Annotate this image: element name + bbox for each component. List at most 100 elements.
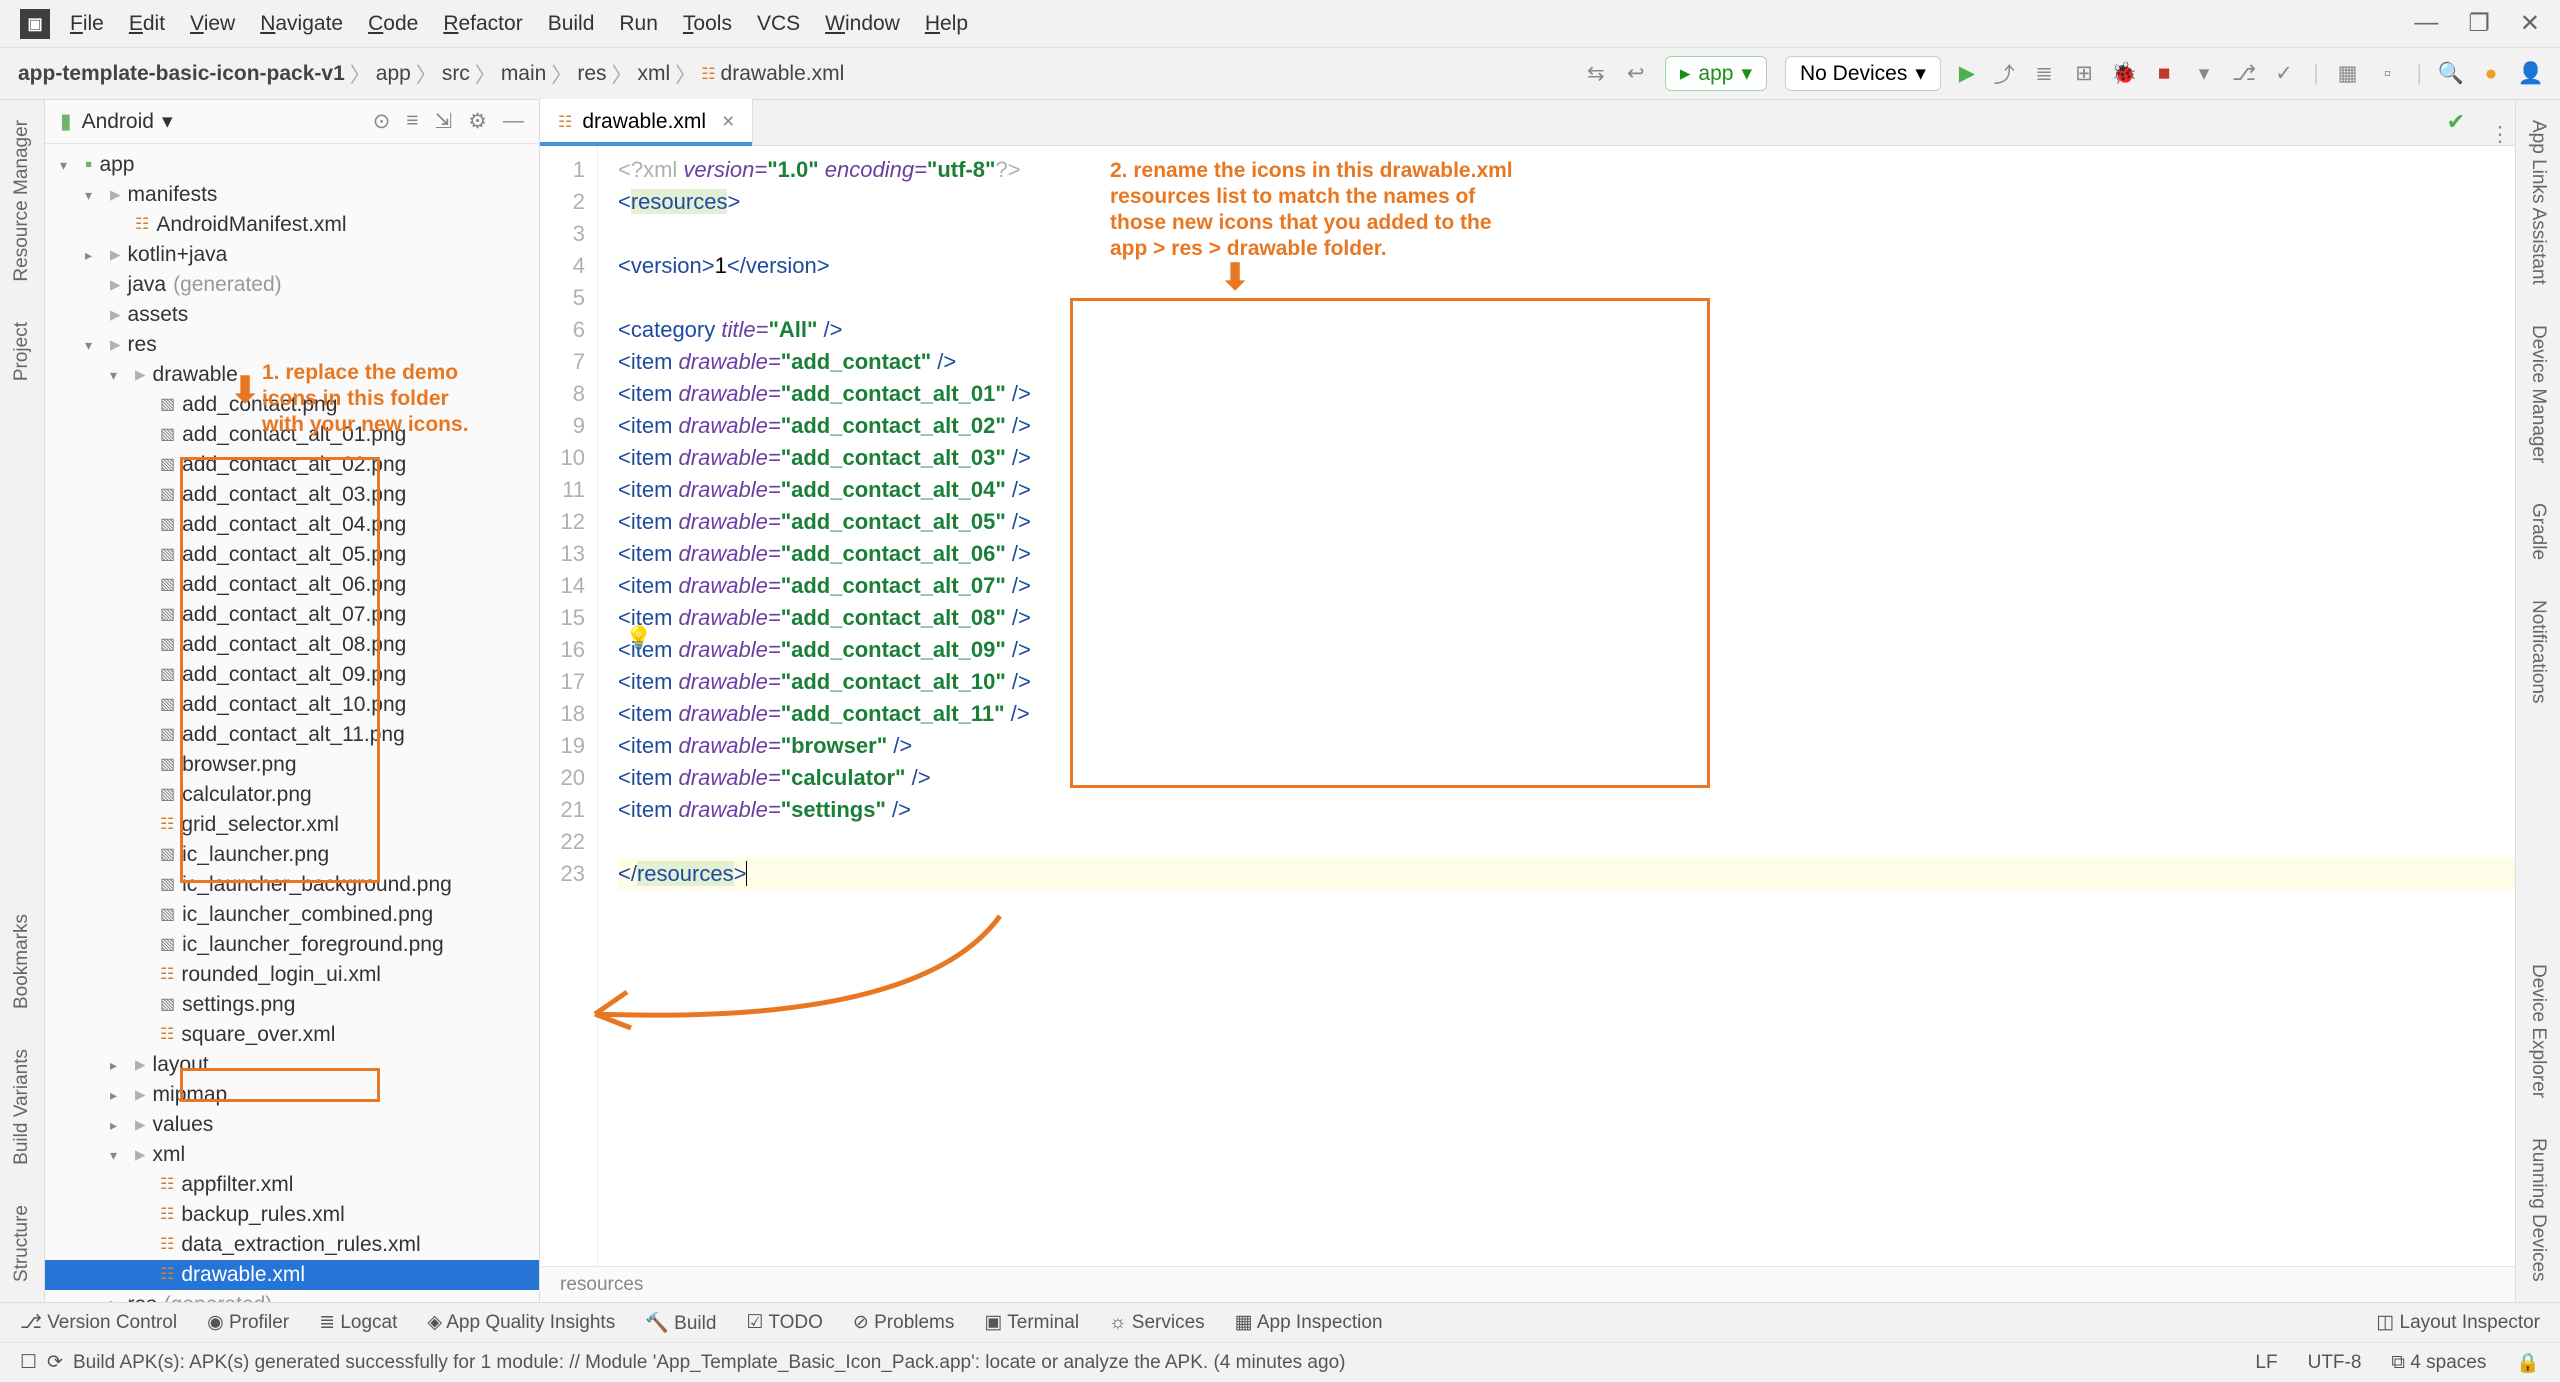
sync-icon[interactable]: ⇆ [1585,63,1607,85]
tree-node[interactable]: ▸java (generated) [45,270,539,300]
project-view-dropdown[interactable]: Android ▾ [82,109,173,134]
attach-debugger-icon[interactable]: 🐞 [2113,63,2135,85]
terminal-button[interactable]: ▣ Terminal [984,1311,1079,1334]
read-lock-icon[interactable]: 🔒 [2516,1351,2540,1375]
tree-node[interactable]: ▧add_contact_alt_04.png [45,510,539,540]
crumb-src[interactable]: src [442,62,470,86]
tree-node[interactable]: ▧add_contact_alt_01.png [45,420,539,450]
tree-node[interactable]: ☷grid_selector.xml [45,810,539,840]
tree-node[interactable]: ▸▸kotlin+java [45,240,539,270]
code-content[interactable]: <?xml version="1.0" encoding="utf-8"?><r… [598,146,2515,1266]
tree-node[interactable]: ☷AndroidManifest.xml [45,210,539,240]
tree-node[interactable]: ▾▸res [45,330,539,360]
tree-node[interactable]: ▧settings.png [45,990,539,1020]
panel-device-manager[interactable]: Device Manager [2527,325,2549,463]
tree-node[interactable]: ▧add_contact.png [45,390,539,420]
panel-gradle[interactable]: Gradle [2527,503,2549,560]
tree-node[interactable]: ▸▸layout [45,1050,539,1080]
crumb-root[interactable]: app-template-basic-icon-pack-v1 [18,62,345,86]
event-log-icon[interactable]: ☐ [20,1351,37,1374]
tree-node[interactable]: ▾▸drawable [45,360,539,390]
crumb-res[interactable]: res [577,62,606,86]
tree-node[interactable]: ▧add_contact_alt_05.png [45,540,539,570]
panel-build-variants[interactable]: Build Variants [11,1049,33,1165]
tree-node[interactable]: ▧add_contact_alt_10.png [45,690,539,720]
tree-node[interactable]: ☷data_extraction_rules.xml [45,1230,539,1260]
panel-device-explorer[interactable]: Device Explorer [2527,964,2549,1098]
crumb-main[interactable]: main [501,62,547,86]
tree-node[interactable]: ▧add_contact_alt_09.png [45,660,539,690]
target-icon[interactable]: ⊙ [373,109,391,134]
build-button[interactable]: 🔨 Build [645,1311,716,1335]
logcat-button[interactable]: ≣ Logcat [319,1311,397,1334]
line-separator[interactable]: LF [2255,1352,2277,1374]
tree-node[interactable]: ▾▸xml [45,1140,539,1170]
problems-button[interactable]: ⊘ Problems [853,1311,954,1334]
app-inspection-button[interactable]: ▦ App Inspection [1235,1311,1383,1334]
editor-breadcrumb[interactable]: resources [540,1266,2515,1302]
tree-node[interactable]: ▸res (generated) [45,1290,539,1302]
collapse-icon[interactable]: ≡ [406,109,418,134]
code-view[interactable]: 1234567891011121314151617181920212223 <?… [540,146,2515,1266]
menu-help[interactable]: Help [925,12,968,36]
maximize-icon[interactable]: ❐ [2468,9,2490,38]
panel-app-links[interactable]: App Links Assistant [2527,120,2549,285]
panel-project[interactable]: Project [11,322,33,381]
tree-node[interactable]: ☷rounded_login_ui.xml [45,960,539,990]
git-icon[interactable]: ⎇ [2233,63,2255,85]
avd-icon[interactable]: ▦ [2337,63,2359,85]
debug-icon[interactable]: ⤴ [1993,63,2015,85]
tree-node[interactable]: ☷backup_rules.xml [45,1200,539,1230]
tree-node[interactable]: ☷drawable.xml [45,1260,539,1290]
tree-node[interactable]: ▧ic_launcher_background.png [45,870,539,900]
tree-node[interactable]: ▧ic_launcher_foreground.png [45,930,539,960]
indent[interactable]: ⧉ 4 spaces [2391,1352,2486,1374]
menu-run[interactable]: Run [619,12,658,36]
tree-node[interactable]: ▧add_contact_alt_02.png [45,450,539,480]
expand-icon[interactable]: ⇲ [435,109,453,134]
inspection-ok-icon[interactable]: ✔ [2427,99,2485,145]
menu-build[interactable]: Build [548,12,595,36]
more-run-icon[interactable]: ▾ [2193,63,2215,85]
panel-running-devices[interactable]: Running Devices [2527,1138,2549,1282]
close-icon[interactable]: ✕ [2520,9,2540,38]
project-tree[interactable]: ▾▪app▾▸manifests☷AndroidManifest.xml▸▸ko… [45,144,539,1302]
menu-vcs[interactable]: VCS [757,12,800,36]
gear-icon[interactable]: ⚙ [468,109,487,134]
crumb-file[interactable]: drawable.xml [721,62,845,86]
tree-node[interactable]: ▸▸values [45,1110,539,1140]
tree-node[interactable]: ▧browser.png [45,750,539,780]
crumb-xml[interactable]: xml [638,62,671,86]
menu-file[interactable]: FFileile [70,12,104,36]
coverage-icon[interactable]: ≣ [2033,63,2055,85]
panel-resource-manager[interactable]: Resource Manager [11,120,33,282]
tree-node[interactable]: ▧add_contact_alt_11.png [45,720,539,750]
menu-code[interactable]: Code [368,12,418,36]
aqi-button[interactable]: ◈ App Quality Insights [427,1311,615,1334]
tree-node[interactable]: ▧ic_launcher.png [45,840,539,870]
search-icon[interactable]: 🔍 [2440,63,2462,85]
stop-icon[interactable]: ■ [2153,63,2175,85]
tree-node[interactable]: ▾▸manifests [45,180,539,210]
vcs-button[interactable]: ⎇ Version Control [20,1311,177,1334]
minimize-icon[interactable]: — [2414,9,2438,38]
tree-node[interactable]: ▧ic_launcher_combined.png [45,900,539,930]
panel-structure[interactable]: Structure [11,1205,33,1282]
tree-node[interactable]: ☷square_over.xml [45,1020,539,1050]
tree-node[interactable]: ▧add_contact_alt_08.png [45,630,539,660]
panel-bookmarks[interactable]: Bookmarks [11,914,33,1009]
intention-bulb-icon[interactable]: 💡 [625,625,652,651]
services-button[interactable]: ☼ Services [1109,1312,1205,1334]
breadcrumb[interactable]: app-template-basic-icon-pack-v1〉 app〉 sr… [18,59,844,89]
commit-icon[interactable]: ✓ [2273,63,2295,85]
menu-refactor[interactable]: Refactor [443,12,522,36]
menu-view[interactable]: View [190,12,235,36]
encoding[interactable]: UTF-8 [2308,1352,2362,1374]
sdk-icon[interactable]: ▫ [2377,63,2399,85]
layout-inspector-button[interactable]: ◫ Layout Inspector [2376,1311,2540,1334]
profile-icon[interactable]: ⊞ [2073,63,2095,85]
tree-node[interactable]: ▾▪app [45,150,539,180]
tree-node[interactable]: ▧add_contact_alt_03.png [45,480,539,510]
tree-node[interactable]: ▧add_contact_alt_06.png [45,570,539,600]
crumb-app[interactable]: app [376,62,411,86]
